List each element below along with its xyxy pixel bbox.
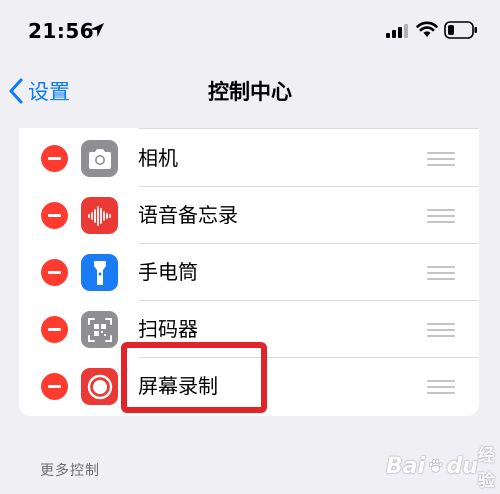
remove-button[interactable] <box>41 316 68 343</box>
remove-button[interactable] <box>41 259 68 286</box>
control-label: 相机 <box>138 146 178 170</box>
qr-code-icon <box>81 311 118 348</box>
watermark-brand-suffix: du <box>446 453 478 479</box>
flashlight-icon <box>81 254 118 291</box>
reorder-handle[interactable] <box>427 266 455 280</box>
control-row-camera: 相机 <box>19 130 479 187</box>
section-header-more-controls: 更多控制 <box>40 463 100 479</box>
divider <box>139 128 479 129</box>
wifi-icon <box>416 21 438 37</box>
remove-button[interactable] <box>41 202 68 229</box>
status-time: 21:56 <box>28 19 95 43</box>
watermark: Bai du 经验 <box>386 441 500 491</box>
screen-record-icon <box>81 368 118 405</box>
control-row-voice-memos: 语音备忘录 <box>19 187 479 244</box>
watermark-brand: Bai <box>386 453 426 479</box>
control-label: 扫码器 <box>138 317 198 341</box>
remove-button[interactable] <box>41 145 68 172</box>
control-row-flashlight: 手电筒 <box>19 244 479 301</box>
highlight-annotation-box <box>121 342 267 413</box>
paw-logo-icon <box>429 459 443 473</box>
remove-button[interactable] <box>41 373 68 400</box>
reorder-handle[interactable] <box>427 380 455 394</box>
location-arrow-icon <box>90 23 104 37</box>
control-label: 语音备忘录 <box>138 203 238 227</box>
reorder-handle[interactable] <box>427 209 455 223</box>
cellular-signal-icon <box>386 24 408 38</box>
battery-icon <box>444 21 477 39</box>
page-title: 控制中心 <box>208 80 292 104</box>
camera-icon <box>81 140 118 177</box>
waveform-icon <box>81 197 118 234</box>
watermark-site: 经验 <box>477 446 495 491</box>
reorder-handle[interactable] <box>427 152 455 166</box>
control-label: 手电筒 <box>138 260 198 284</box>
reorder-handle[interactable] <box>427 323 455 337</box>
